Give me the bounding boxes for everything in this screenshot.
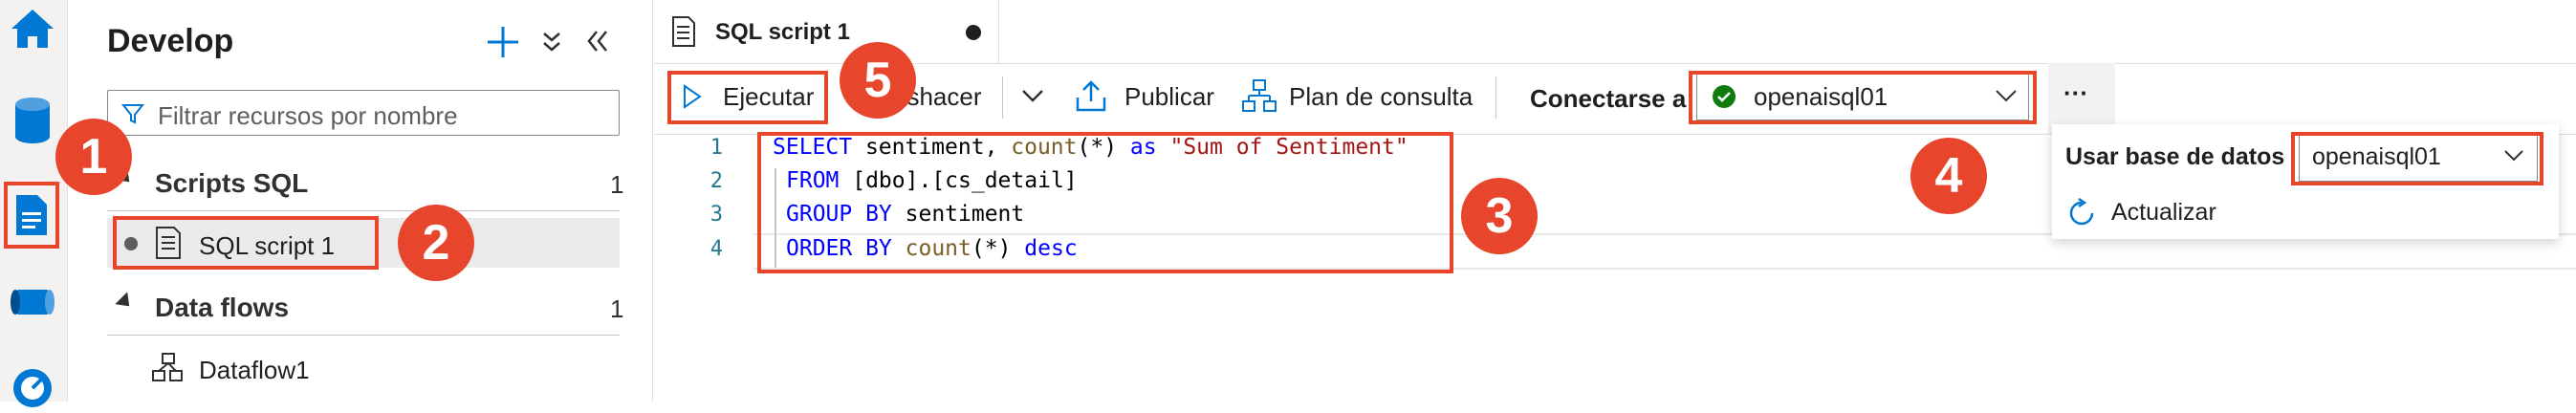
divider [107, 210, 620, 211]
filter-icon [120, 102, 145, 130]
refresh-button[interactable]: Actualizar [2111, 199, 2216, 227]
play-icon [683, 84, 702, 114]
run-label: Ejecutar [723, 82, 815, 111]
data-icon[interactable] [8, 96, 57, 145]
callout-badge-4: 4 [1910, 138, 1987, 214]
dataflow-icon [151, 352, 184, 389]
more-icon: ··· [2063, 78, 2088, 107]
chevron-down-icon[interactable] [1995, 88, 2018, 108]
line-number: 4 [709, 237, 723, 261]
callout-badge-5: 5 [840, 42, 916, 119]
tab-script-icon [669, 15, 698, 53]
database-value: openaisql01 [2312, 143, 2441, 170]
collapse-all-icon[interactable] [541, 31, 562, 58]
highlight-code [757, 132, 1453, 273]
dataflows-count: 1 [610, 294, 624, 323]
filter-input[interactable]: Filtrar recursos por nombre [107, 90, 620, 136]
hide-panel-icon[interactable] [585, 29, 610, 58]
publish-icon [1075, 78, 1107, 118]
sql-script-icon [153, 226, 184, 265]
panel-title: Develop [107, 23, 234, 59]
connect-label: Conectarse a [1530, 84, 1687, 113]
dataflow-label[interactable]: Dataflow1 [199, 356, 310, 385]
integrate-icon[interactable] [8, 277, 57, 327]
divider [1495, 76, 1496, 119]
develop-icon[interactable] [4, 182, 59, 249]
section-data-flows[interactable]: Data flows [155, 293, 289, 323]
tab-label: SQL script 1 [715, 19, 850, 45]
home-icon[interactable] [8, 4, 57, 54]
query-plan-icon [1241, 78, 1277, 118]
chevron-down-icon[interactable] [2503, 149, 2524, 167]
line-number: 1 [709, 136, 723, 160]
line-number: 3 [709, 203, 723, 227]
filter-placeholder: Filtrar recursos por nombre [158, 101, 458, 130]
line-number: 2 [709, 169, 723, 193]
callout-badge-2: 2 [398, 205, 474, 281]
add-icon[interactable] [486, 25, 520, 64]
refresh-icon[interactable] [2065, 197, 2098, 234]
unsaved-indicator[interactable] [966, 25, 981, 40]
connected-check-icon [1712, 84, 1736, 114]
section-scripts-sql[interactable]: Scripts SQL [155, 168, 308, 199]
chevron-down-icon[interactable] [1021, 88, 1044, 108]
connect-value: openaisql01 [1754, 82, 1888, 111]
publish-button[interactable]: Publicar [1124, 82, 1214, 112]
callout-badge-3: 3 [1461, 178, 1538, 254]
scripts-count: 1 [610, 170, 624, 199]
query-plan-button[interactable]: Plan de consulta [1289, 82, 1473, 112]
divider [1002, 76, 1003, 119]
monitor-icon[interactable] [8, 363, 57, 413]
develop-panel [78, 0, 653, 402]
sql-script-label[interactable]: SQL script 1 [199, 231, 335, 261]
activity-rail [0, 0, 68, 407]
divider [107, 335, 620, 336]
callout-badge-1: 1 [55, 119, 132, 195]
use-database-label: Usar base de datos [2065, 143, 2285, 170]
